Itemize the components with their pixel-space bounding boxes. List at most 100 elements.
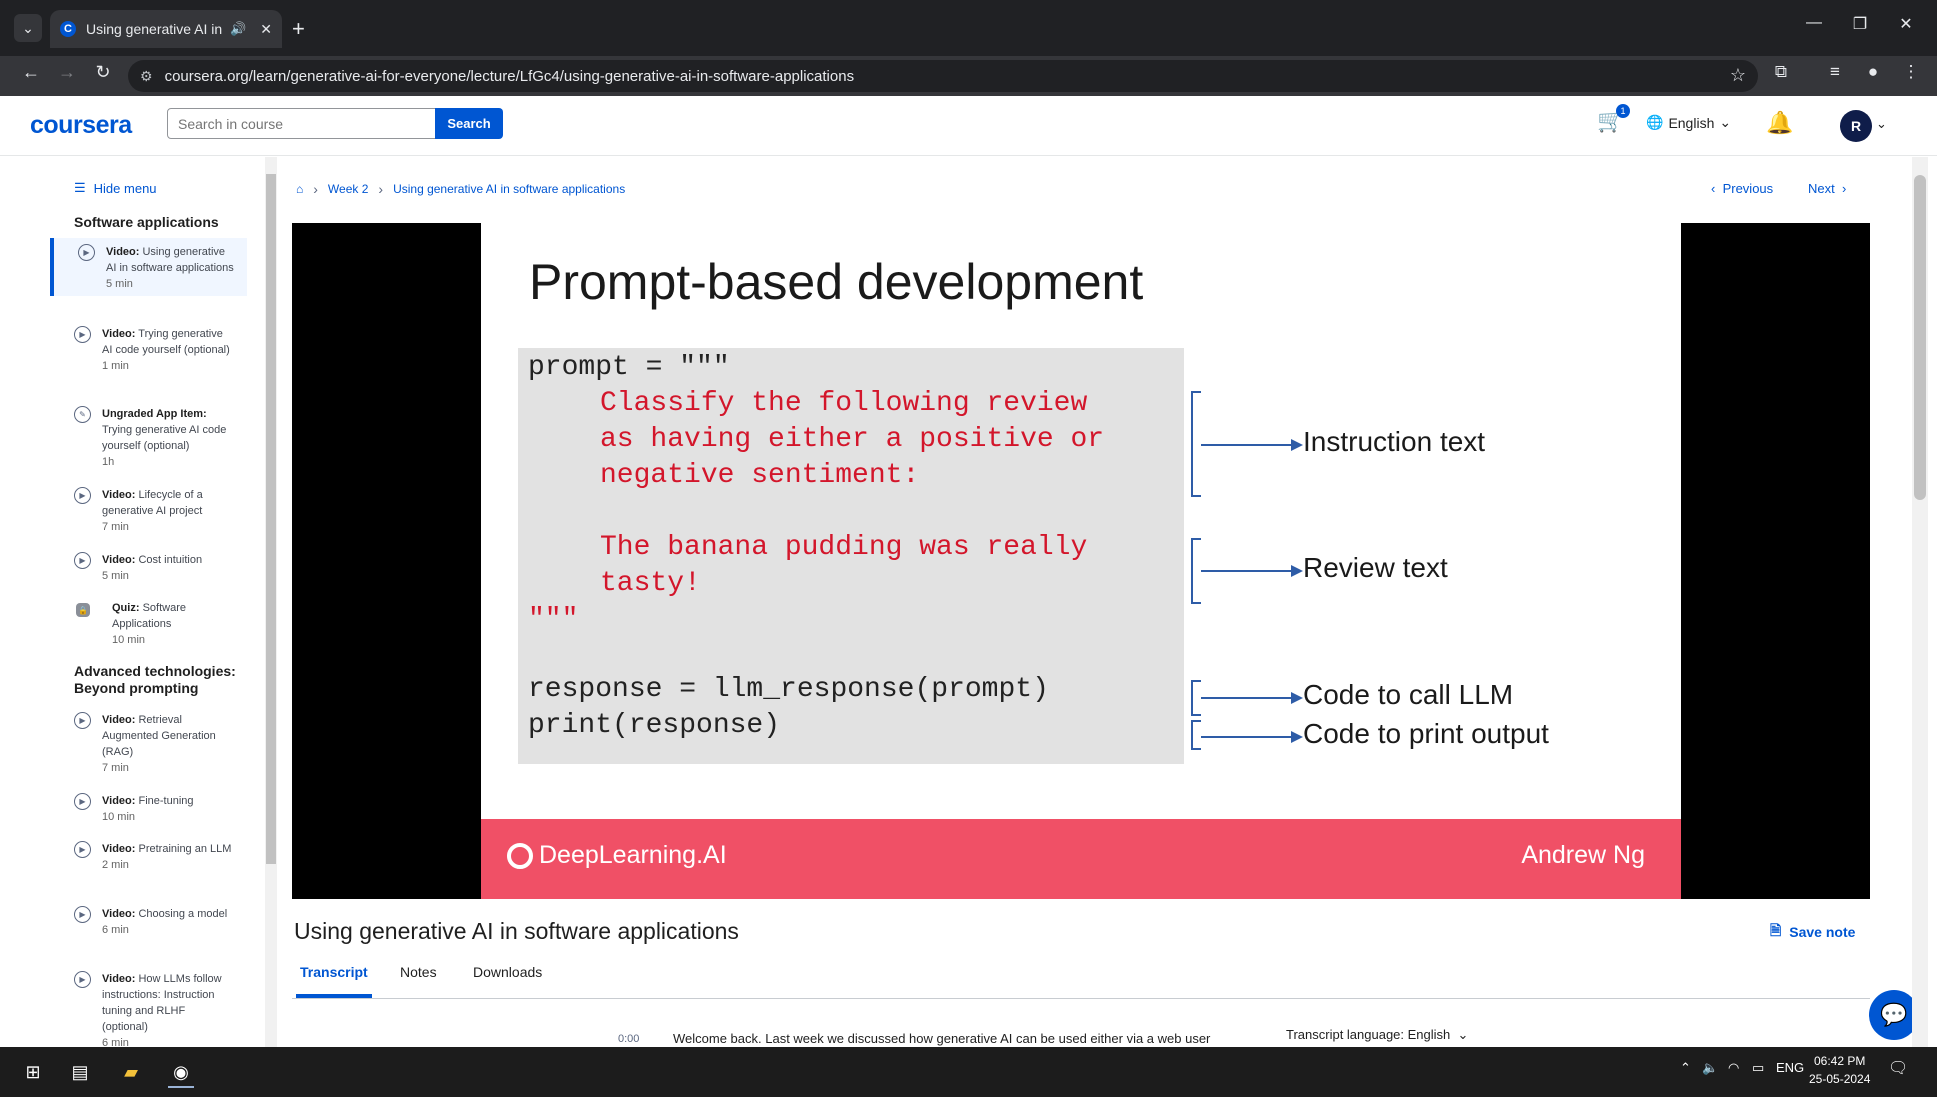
item-type: Video:: [102, 843, 136, 855]
input-language[interactable]: ENG: [1776, 1060, 1804, 1075]
notification-center-icon[interactable]: 🗨: [1888, 1058, 1908, 1078]
deeplearning-logo: DeepLearning.AI: [507, 841, 727, 870]
transcript-timestamp[interactable]: 0:00: [618, 1033, 639, 1045]
close-tab-icon[interactable]: ✕: [260, 21, 272, 38]
brand-name: DeepLearning.AI: [539, 841, 727, 869]
search-button[interactable]: Search: [435, 108, 503, 139]
item-duration: 10 min: [102, 811, 136, 823]
system-clock[interactable]: 06:42 PM 25-05-2024: [1809, 1052, 1870, 1088]
tab-search-button[interactable]: ⌄: [14, 14, 42, 42]
profile-icon[interactable]: ●: [1858, 62, 1888, 82]
media-control-icon[interactable]: ≡: [1820, 62, 1850, 82]
annotation-review: Review text: [1303, 552, 1448, 583]
item-duration: 5 min: [106, 278, 133, 290]
speaker-icon[interactable]: 🔊: [230, 21, 246, 37]
course-search-input[interactable]: [167, 108, 436, 139]
chrome-taskbar-icon[interactable]: ◉: [164, 1056, 198, 1088]
save-note-button[interactable]: 🗎 Save note: [1770, 920, 1855, 944]
chevron-down-icon: ⌄: [1457, 1027, 1469, 1042]
section-title: Advanced technologies: Beyond prompting: [74, 663, 236, 696]
sidebar-item-ungraded-app[interactable]: ✎ Ungraded App Item: Trying generative A…: [50, 400, 247, 474]
avatar[interactable]: R: [1840, 110, 1872, 142]
app-item-icon: ✎: [74, 406, 91, 423]
account-chevron-icon[interactable]: ⌄: [1876, 116, 1887, 132]
volume-icon[interactable]: 🔈: [1702, 1060, 1718, 1076]
minimize-icon[interactable]: —: [1794, 14, 1834, 32]
item-duration: 10 min: [112, 634, 146, 646]
sidebar-item-pretraining[interactable]: ▶ Video: Pretraining an LLM 2 min: [50, 835, 247, 877]
menu-icon: ☰: [74, 180, 86, 195]
chevron-left-icon: ‹: [1711, 181, 1716, 196]
breadcrumb-lecture[interactable]: Using generative AI in software applicat…: [393, 182, 625, 196]
item-type: Quiz:: [112, 602, 140, 614]
transcript-line[interactable]: Welcome back. Last week we discussed how…: [673, 1031, 1210, 1046]
arrow-head-icon: [1291, 731, 1303, 743]
item-type: Video:: [106, 246, 140, 258]
item-label: Trying generative AI code yourself (opti…: [102, 424, 227, 452]
breadcrumb: ⌂ › Week 2 › Using generative AI in soft…: [296, 181, 625, 197]
sidebar-item-rag[interactable]: ▶ Video: Retrieval Augmented Generation …: [50, 706, 247, 780]
play-icon: ▶: [74, 841, 91, 858]
play-icon: ▶: [74, 712, 91, 729]
forward-arrow-icon[interactable]: →: [52, 62, 82, 83]
browser-menu-icon[interactable]: ⋮: [1896, 62, 1926, 82]
restore-icon[interactable]: ❐: [1840, 14, 1880, 34]
previous-button[interactable]: ‹ Previous: [1711, 181, 1773, 196]
battery-icon[interactable]: ▭: [1752, 1060, 1764, 1076]
play-icon: ▶: [74, 971, 91, 988]
sidebar-scrollbar-thumb[interactable]: [266, 174, 276, 864]
tab-transcript[interactable]: Transcript: [300, 964, 368, 980]
lecture-title: Using generative AI in software applicat…: [294, 918, 739, 944]
task-view-icon[interactable]: ▤: [63, 1056, 97, 1088]
breadcrumb-week[interactable]: Week 2: [328, 182, 368, 196]
hide-menu-button[interactable]: ☰ Hide menu: [74, 180, 157, 196]
site-info-icon[interactable]: ⚙: [140, 68, 153, 85]
tray-chevron-icon[interactable]: ⌃: [1680, 1060, 1691, 1076]
play-icon: ▶: [78, 244, 95, 261]
item-duration: 1h: [102, 456, 115, 468]
sidebar-item-cost-intuition[interactable]: ▶ Video: Cost intuition 5 min: [50, 546, 247, 588]
active-tab-indicator: [296, 994, 372, 998]
tab-downloads[interactable]: Downloads: [473, 964, 542, 980]
language-selector[interactable]: 🌐 English ⌄: [1646, 114, 1731, 131]
coursera-logo[interactable]: coursera: [30, 111, 132, 140]
home-icon[interactable]: ⌂: [296, 182, 303, 196]
item-type: Video:: [102, 554, 136, 566]
item-type: Video:: [102, 328, 136, 340]
video-slide[interactable]: Prompt-based development prompt = """ Cl…: [481, 223, 1681, 899]
transcript-language-selector[interactable]: Transcript language: English ⌄: [1286, 1027, 1468, 1043]
close-window-icon[interactable]: ✕: [1886, 14, 1926, 34]
arrow-head-icon: [1291, 565, 1303, 577]
code-instruction: Classify the following review as having …: [600, 388, 1105, 491]
item-type: Video:: [102, 795, 136, 807]
sidebar-item-quiz[interactable]: 🔒 Quiz: Software Applications 10 min: [50, 594, 247, 652]
new-tab-button[interactable]: +: [292, 16, 305, 42]
sidebar-item-fine-tuning[interactable]: ▶ Video: Fine-tuning 10 min: [50, 787, 247, 829]
notification-bell-icon[interactable]: 🔔: [1766, 110, 1793, 136]
bookmark-star-icon[interactable]: ☆: [1730, 65, 1746, 86]
back-arrow-icon[interactable]: ←: [16, 62, 46, 83]
item-duration: 5 min: [102, 570, 129, 582]
sidebar-item-trying-code[interactable]: ▶ Video: Trying generative AI code yours…: [50, 320, 247, 378]
windows-start-icon[interactable]: ⊞: [16, 1056, 50, 1088]
globe-icon: 🌐: [1646, 114, 1664, 130]
item-type: Video:: [102, 489, 136, 501]
wifi-icon[interactable]: ◠: [1728, 1060, 1739, 1076]
next-button[interactable]: Next ›: [1808, 181, 1846, 196]
sidebar-item-choosing-model[interactable]: ▶ Video: Choosing a model 6 min: [50, 900, 247, 942]
language-label: English: [1668, 114, 1715, 131]
item-label: Fine-tuning: [138, 795, 194, 807]
item-duration: 6 min: [102, 924, 129, 936]
page-scrollbar-thumb[interactable]: [1914, 175, 1926, 500]
sidebar-item-using-genai[interactable]: ▶ Video: Using generative AI in software…: [50, 238, 247, 296]
reload-icon[interactable]: ↻: [88, 62, 118, 83]
sidebar-item-lifecycle[interactable]: ▶ Video: Lifecycle of a generative AI pr…: [50, 481, 247, 539]
chat-icon: 💬: [1880, 1002, 1908, 1027]
browser-tab-active[interactable]: C Using generative AI in softw 🔊 ✕: [50, 10, 282, 48]
address-bar[interactable]: ⚙ coursera.org/learn/generative-ai-for-e…: [128, 60, 1758, 92]
tab-notes[interactable]: Notes: [400, 964, 437, 980]
extensions-icon[interactable]: ⧉: [1766, 62, 1796, 82]
sidebar-item-llm-instructions[interactable]: ▶ Video: How LLMs follow instructions: I…: [50, 965, 247, 1047]
save-note-label: Save note: [1789, 924, 1856, 940]
file-explorer-icon[interactable]: ▰: [114, 1056, 148, 1088]
